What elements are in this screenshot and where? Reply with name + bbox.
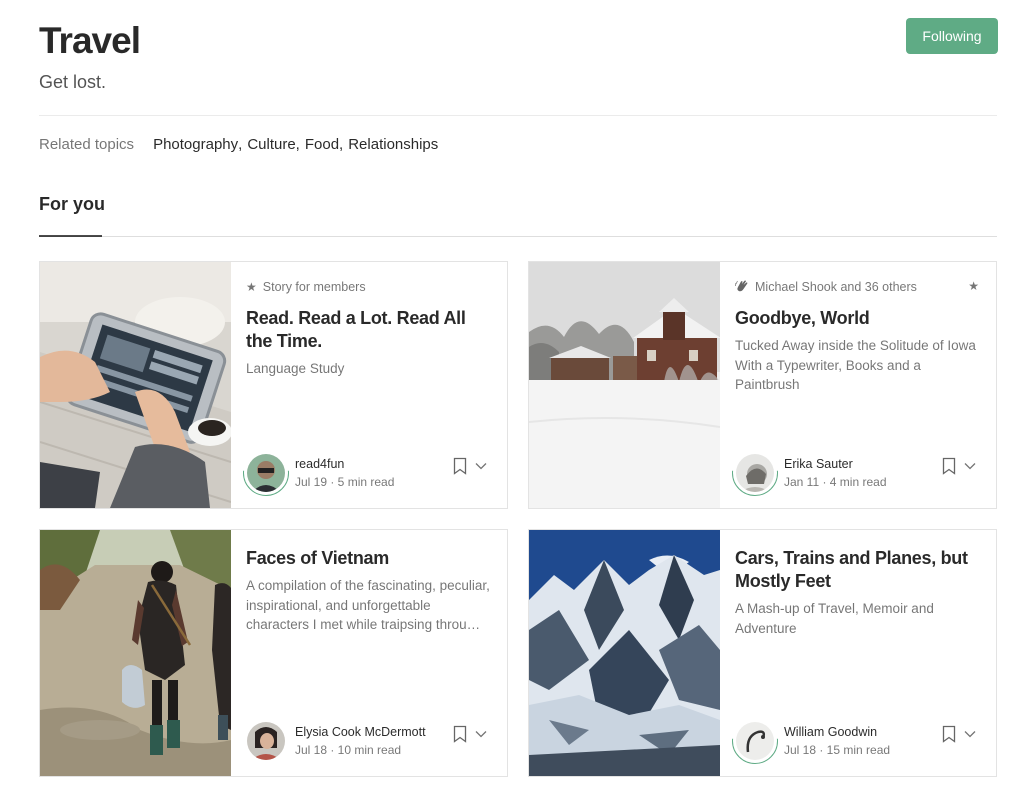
topic-link-food[interactable]: Food	[305, 136, 339, 153]
topic-link-culture[interactable]: Culture	[247, 136, 295, 153]
story-subtitle[interactable]: Tucked Away inside the Solitude of Iowa …	[735, 336, 981, 395]
recommended-by: Michael Shook and 36 others	[735, 279, 981, 295]
bookmark-icon[interactable]	[942, 725, 956, 743]
following-button[interactable]: Following	[906, 18, 998, 54]
story-card[interactable]: ★ Story for members Read. Read a Lot. Re…	[39, 261, 508, 509]
star-icon: ★	[246, 280, 257, 294]
chevron-down-icon[interactable]	[475, 730, 487, 738]
star-icon: ★	[968, 279, 979, 293]
story-title[interactable]: Cars, Trains and Planes, but Mostly Feet	[735, 547, 981, 593]
page-title: Travel	[39, 20, 141, 61]
chevron-down-icon[interactable]	[964, 730, 976, 738]
bookmark-icon[interactable]	[453, 725, 467, 743]
author-name[interactable]: Elysia Cook McDermott	[295, 723, 426, 741]
topic-link-relationships[interactable]: Relationships	[348, 136, 438, 153]
recommended-by-text[interactable]: Michael Shook and 36 others	[755, 280, 917, 294]
story-title[interactable]: Read. Read a Lot. Read All the Time.	[246, 307, 492, 353]
story-image-tablet[interactable]	[40, 262, 231, 508]
avatar[interactable]	[243, 453, 289, 496]
story-date-read-time: Jul 18 · 10 min read	[295, 743, 402, 757]
clap-icon	[735, 279, 749, 296]
story-author: read4fun Jul 19 · 5 min read	[243, 453, 395, 496]
story-author: William Goodwin Jul 18 · 15 min read	[732, 721, 891, 764]
related-topics-label: Related topics	[39, 136, 135, 153]
story-title[interactable]: Goodbye, World	[735, 307, 981, 330]
related-topics: Related topics Photography, Culture, Foo…	[39, 136, 439, 153]
story-card[interactable]: Faces of Vietnam A compilation of the fa…	[39, 529, 508, 777]
story-date-read-time: Jul 18 · 15 min read	[784, 743, 891, 757]
avatar[interactable]	[732, 721, 778, 764]
tabs-divider	[39, 236, 997, 237]
story-actions	[942, 725, 976, 743]
story-card[interactable]: Cars, Trains and Planes, but Mostly Feet…	[528, 529, 997, 777]
author-name[interactable]: William Goodwin	[784, 723, 890, 741]
member-story-label: ★ Story for members	[246, 279, 492, 295]
story-date-read-time: Jul 19 · 5 min read	[295, 475, 395, 489]
page-subtitle: Get lost.	[39, 72, 107, 92]
tab-active-indicator	[39, 235, 102, 237]
bookmark-icon[interactable]	[942, 457, 956, 475]
story-author: Elysia Cook McDermott Jul 18 · 10 min re…	[246, 721, 426, 761]
topic-link-photography[interactable]: Photography	[153, 136, 238, 153]
avatar[interactable]	[246, 721, 286, 761]
story-image-snow-house[interactable]	[529, 262, 720, 508]
story-actions	[453, 457, 487, 475]
story-image-vietnam-road[interactable]	[40, 530, 231, 776]
story-image-mountains[interactable]	[529, 530, 720, 776]
story-title[interactable]: Faces of Vietnam	[246, 547, 492, 570]
tab-for-you[interactable]: For you	[39, 194, 105, 215]
member-story-text: Story for members	[262, 280, 366, 294]
bookmark-icon[interactable]	[453, 457, 467, 475]
divider	[39, 115, 997, 116]
story-actions	[942, 457, 976, 475]
story-subtitle[interactable]: A Mash-up of Travel, Memoir and Adventur…	[735, 599, 981, 638]
story-subtitle[interactable]: Language Study	[246, 359, 492, 379]
avatar[interactable]	[732, 453, 778, 496]
story-author: Erika Sauter Jan 11 · 4 min read	[732, 453, 887, 496]
story-actions	[453, 725, 487, 743]
story-card[interactable]: Michael Shook and 36 others ★ Goodbye, W…	[528, 261, 997, 509]
author-name[interactable]: read4fun	[295, 455, 394, 473]
author-name[interactable]: Erika Sauter	[784, 455, 887, 473]
chevron-down-icon[interactable]	[475, 462, 487, 470]
story-subtitle[interactable]: A compilation of the fascinating, peculi…	[246, 576, 492, 635]
chevron-down-icon[interactable]	[964, 462, 976, 470]
story-date-read-time: Jan 11 · 4 min read	[784, 475, 887, 489]
